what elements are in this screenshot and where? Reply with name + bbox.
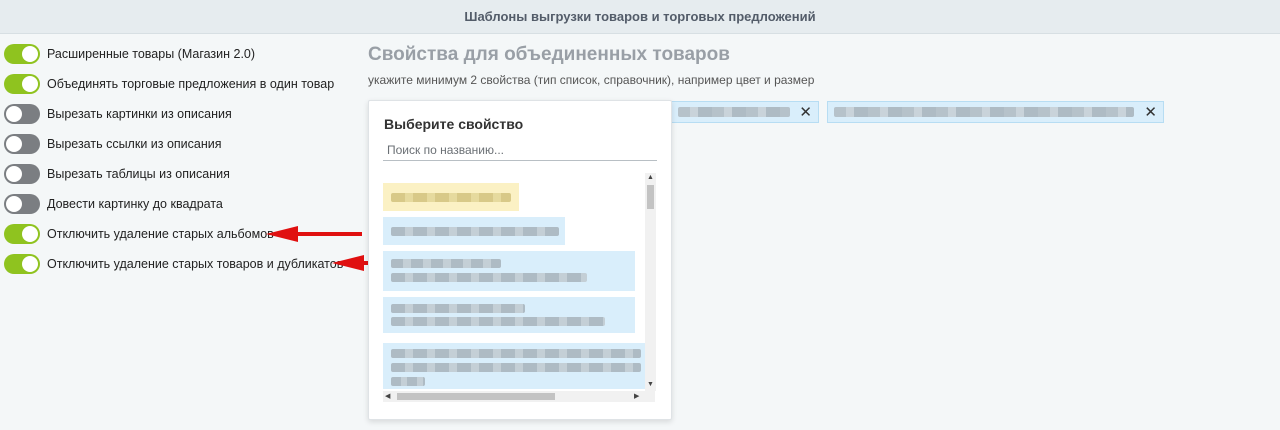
blurred-text [391,349,641,358]
toggle-knob [22,46,38,62]
option-label: Вырезать таблицы из описания [47,167,230,181]
tag-label-blurred [834,107,1134,117]
option-label: Расширенные товары (Магазин 2.0) [47,47,256,61]
scroll-up-icon[interactable]: ▲ [647,174,654,181]
section-hint: укажите минимум 2 свойства (тип список, … [368,73,815,87]
toggle-switch[interactable] [4,44,40,64]
option-label: Довести картинку до квадрата [47,197,223,211]
page-title: Шаблоны выгрузки товаров и торговых пред… [464,9,816,24]
list-item[interactable] [383,251,635,291]
toggle-knob [22,76,38,92]
blurred-text [391,377,425,386]
selected-property-tag: ✕ [671,101,819,123]
scroll-thumb[interactable] [647,185,654,209]
blurred-text [391,193,511,202]
property-list [383,173,647,389]
toggle-switch[interactable] [4,164,40,184]
section-title: Свойства для объединенных товаров [368,44,730,65]
toggle-switch[interactable] [4,74,40,94]
property-picker: Выберите свойство ▲ ▼ ◀ ▶ [368,100,672,420]
blurred-text [391,363,641,372]
option-keep-old-products: Отключить удаление старых товаров и дубл… [4,253,364,275]
toggle-switch[interactable] [4,194,40,214]
close-icon[interactable]: ✕ [799,103,812,121]
list-item[interactable] [383,297,635,333]
toggle-switch[interactable] [4,104,40,124]
blurred-text [391,317,605,326]
option-merge-offers: Объединять торговые предложения в один т… [4,73,364,95]
option-label: Объединять торговые предложения в один т… [47,77,335,91]
toggle-knob [22,256,38,272]
close-icon[interactable]: ✕ [1144,103,1157,121]
option-label: Отключить удаление старых альбомов [47,227,274,241]
blurred-text [391,227,559,236]
list-item[interactable] [383,183,519,211]
blurred-text [391,259,501,268]
search-input[interactable] [383,139,657,161]
toggle-knob [6,166,22,182]
toggle-switch[interactable] [4,224,40,244]
scroll-right-icon[interactable]: ▶ [634,392,639,400]
tag-label-blurred [678,107,790,117]
dropdown-title: Выберите свойство [384,116,524,132]
list-item[interactable] [383,217,565,245]
scroll-thumb[interactable] [397,393,555,400]
list-item[interactable] [383,343,647,389]
toggle-knob [6,196,22,212]
option-cut-links: Вырезать ссылки из описания [4,133,364,155]
selected-property-tag: ✕ [827,101,1164,123]
option-square-image: Довести картинку до квадрата [4,193,364,215]
option-label: Вырезать ссылки из описания [47,137,222,151]
option-extended-products: Расширенные товары (Магазин 2.0) [4,43,364,65]
arrow-annotation-icon [266,226,362,242]
horizontal-scrollbar[interactable]: ◀ ▶ [383,391,655,402]
toggle-switch[interactable] [4,134,40,154]
blurred-text [391,273,587,282]
blurred-text [391,304,525,313]
toggle-knob [6,106,22,122]
option-cut-tables: Вырезать таблицы из описания [4,163,364,185]
page-header: Шаблоны выгрузки товаров и торговых пред… [0,0,1280,34]
scroll-down-icon[interactable]: ▼ [647,381,654,388]
option-cut-images: Вырезать картинки из описания [4,103,364,125]
vertical-scrollbar[interactable]: ▲ ▼ [645,173,656,391]
toggle-knob [22,226,38,242]
option-label: Отключить удаление старых товаров и дубл… [47,257,344,271]
option-label: Вырезать картинки из описания [47,107,232,121]
scroll-left-icon[interactable]: ◀ [385,392,390,400]
toggle-switch[interactable] [4,254,40,274]
toggle-knob [6,136,22,152]
